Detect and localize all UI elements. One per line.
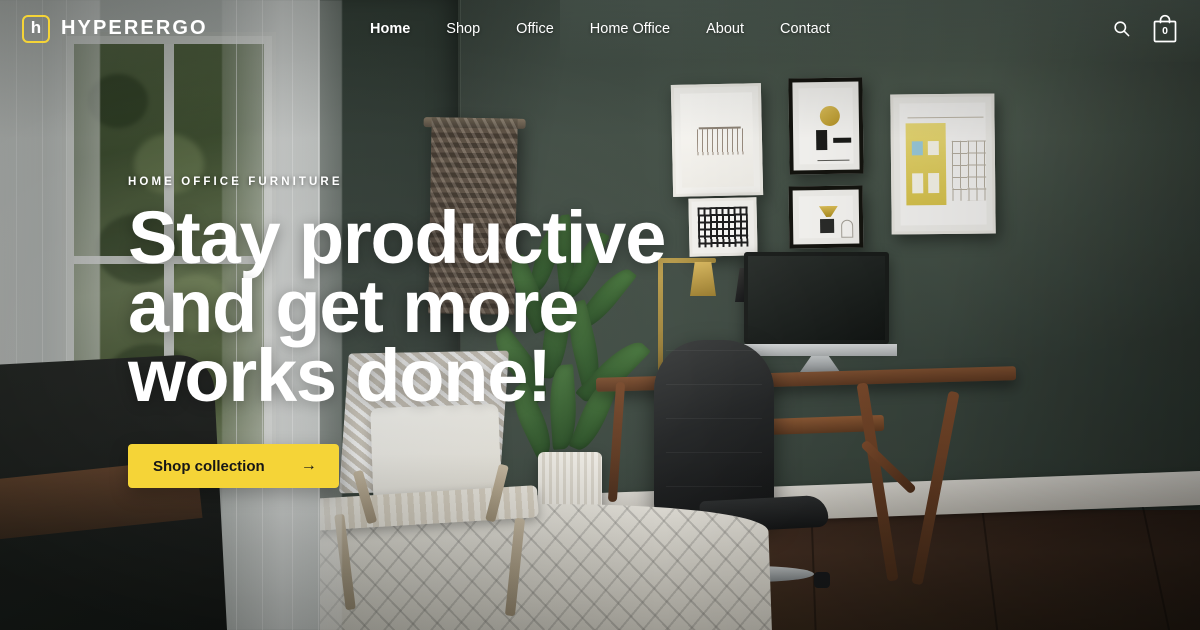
brand-logo[interactable]: h HYPERERGO bbox=[22, 14, 208, 43]
header-actions: 0 bbox=[1112, 14, 1178, 44]
chair-caster bbox=[814, 572, 830, 588]
site-header: h HYPERERGO Home Shop Office Home Office… bbox=[0, 0, 1200, 57]
nav-item-home-office[interactable]: Home Office bbox=[590, 21, 670, 37]
search-icon bbox=[1114, 21, 1130, 37]
imac-chin bbox=[744, 344, 897, 356]
wall-art-frame-3 bbox=[788, 185, 864, 249]
search-button[interactable] bbox=[1112, 19, 1131, 38]
nav-item-office[interactable]: Office bbox=[516, 21, 554, 37]
nav-item-shop[interactable]: Shop bbox=[446, 21, 480, 37]
shop-collection-label: Shop collection bbox=[153, 457, 265, 475]
hero-eyebrow: HOME OFFICE FURNITURE bbox=[128, 176, 343, 188]
hyperergo-mark-icon: h bbox=[22, 14, 50, 43]
nav-item-home[interactable]: Home bbox=[370, 21, 410, 37]
wall-art-frame-5 bbox=[890, 93, 996, 235]
hero-page: h HYPERERGO Home Shop Office Home Office… bbox=[0, 0, 1200, 630]
imac-monitor bbox=[744, 252, 889, 344]
headline-line-3: works done! bbox=[128, 333, 552, 417]
main-navigation: Home Shop Office Home Office About Conta… bbox=[370, 21, 830, 37]
cart-count-badge: 0 bbox=[1162, 24, 1168, 37]
shop-collection-button[interactable]: Shop collection → bbox=[128, 444, 339, 489]
hero-content: HOME OFFICE FURNITURE Stay productive an… bbox=[128, 176, 748, 489]
arrow-right-icon: → bbox=[300, 457, 317, 475]
nav-item-contact[interactable]: Contact bbox=[780, 21, 830, 37]
brand-name: HYPERERGO bbox=[61, 17, 208, 39]
cart-button[interactable]: 0 bbox=[1152, 14, 1178, 44]
hero-headline: Stay productive and get more works done! bbox=[128, 201, 748, 413]
wall-art-frame-2 bbox=[788, 77, 864, 175]
nav-item-about[interactable]: About bbox=[706, 21, 744, 37]
